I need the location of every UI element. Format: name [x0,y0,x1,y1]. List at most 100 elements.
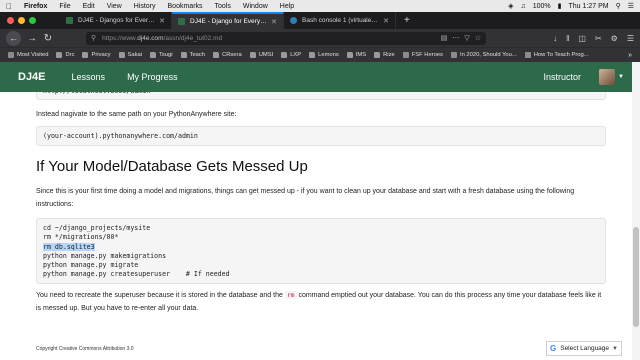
tab-dj4e-1[interactable]: DJ4E - Djangos for Everybody ✕ [60,12,172,29]
battery-percent[interactable]: 100% [533,3,551,10]
spotlight-icon[interactable]: ⚲ [616,2,621,10]
close-tab-icon[interactable]: ✕ [383,17,389,25]
menu-file[interactable]: File [53,3,76,10]
dj4e-favicon-icon [66,17,73,24]
favicon-icon [402,52,409,58]
bookmark-item[interactable]: Teach [180,52,205,58]
section-heading: If Your Model/Database Gets Messed Up [36,158,308,175]
bookmark-item[interactable]: CRsera [213,52,242,58]
bookmark-item[interactable]: Tsugi [150,52,173,58]
folder-icon [118,52,125,58]
nav-instructor[interactable]: Instructor [544,72,582,82]
bookmarks-overflow-icon[interactable]: » [628,52,632,59]
folder-icon [309,52,316,58]
navigation-bar: ← → ↻ ⚲ https://www.dj4e.com/assn/dj4e_t… [0,29,640,47]
folder-icon [150,52,157,58]
menu-tools[interactable]: Tools [209,3,237,10]
notification-center-icon[interactable]: ☰ [628,2,634,10]
reload-icon[interactable]: ↻ [40,33,56,44]
inline-code-rm: rm [284,291,297,299]
folder-icon [56,52,63,58]
window-controls [0,12,60,29]
page-actions-icon[interactable]: ⋯ [452,34,459,42]
page-scrollbar[interactable] [632,62,640,360]
site-brand[interactable]: DJ4E [18,71,46,83]
code-line: cd ~/django_projects/mysite [43,224,151,232]
tab-bash-console[interactable]: Bash console 1 (virtualenv dj... ✕ [284,12,396,29]
pocket-icon[interactable]: ▽ [464,34,469,42]
back-arrow-icon[interactable]: ← [6,30,21,46]
forward-arrow-icon[interactable]: → [24,33,40,44]
folder-icon [82,52,89,58]
code-block-localhost: http://localhost:8000/admin [36,92,606,100]
site-header: DJ4E Lessons My Progress Instructor ▼ [0,62,632,92]
bookmark-item[interactable]: LXP [281,52,301,58]
bookmark-item[interactable]: How To Teach Prog... [524,52,589,58]
bookmark-item[interactable]: Most Visited [8,52,48,58]
menu-bookmarks[interactable]: Bookmarks [162,3,209,10]
bookmark-item[interactable]: IMS [346,52,366,58]
folder-icon [374,52,381,58]
apple-icon[interactable]:  [0,2,18,11]
bookmark-item[interactable]: UMSI [249,52,273,58]
tab-title: DJ4E - Django for Everybody [190,18,268,25]
menu-history[interactable]: History [128,3,162,10]
url-text[interactable]: https://www.dj4e.com/assn/dj4e_tut02.md [102,35,436,42]
reader-view-icon[interactable]: ▤ [441,34,448,42]
favicon-icon [524,52,531,58]
wifi-icon[interactable]: ◈ [508,2,513,10]
tab-strip: DJ4E - Djangos for Everybody ✕ DJ4E - Dj… [0,12,640,29]
sidebar-icon[interactable]: ◫ [578,34,586,43]
menu-edit[interactable]: Edit [77,3,101,10]
language-select[interactable]: G Select Language ▼ [546,341,622,356]
gear-icon [8,52,14,58]
close-tab-icon[interactable]: ✕ [271,18,277,26]
volume-icon[interactable]: ♫ [520,3,525,10]
language-select-label: Select Language [560,345,610,352]
zoom-window-button[interactable] [29,17,36,24]
nav-lessons[interactable]: Lessons [72,72,106,82]
bookmark-item[interactable]: Sakai [118,52,142,58]
code-line-selected: rm db.sqlite3 [43,242,95,251]
menu-help[interactable]: Help [274,3,300,10]
bookmark-item[interactable]: Lemons [309,52,339,58]
tab-dj4e-2[interactable]: DJ4E - Django for Everybody ✕ [172,12,284,29]
code-line: rm */migrations/00* [43,233,119,242]
chevron-down-icon: ▼ [612,345,618,352]
bookmark-item[interactable]: Drc [56,52,74,58]
toolbar-right: ↓ ‖ ◫ ✂ ⚙ ☰ [544,34,634,43]
bookmark-item[interactable]: In 2020, Should You... [450,52,517,58]
minimize-window-button[interactable] [18,17,25,24]
bookmark-star-icon[interactable]: ☆ [475,34,481,42]
extension-icon[interactable]: ⚙ [611,34,618,43]
menu-window[interactable]: Window [237,3,274,10]
bookmark-item[interactable]: Privacy [82,52,111,58]
avatar[interactable] [599,69,616,85]
close-tab-icon[interactable]: ✕ [159,17,165,25]
bookmark-item[interactable]: FSF Heroes [402,52,443,58]
chevron-down-icon[interactable]: ▼ [618,74,624,80]
paragraph-superuser: You need to recreate the superuser becau… [36,291,602,312]
bookmark-item[interactable]: Rize [374,52,395,58]
screenshot-icon[interactable]: ✂ [595,34,602,43]
lock-icon[interactable]: ⚲ [91,34,96,42]
hamburger-menu-icon[interactable]: ☰ [627,34,634,43]
downloads-icon[interactable]: ↓ [553,34,557,43]
new-tab-plus-icon[interactable]: + [396,12,418,29]
scrollbar-thumb[interactable] [633,227,639,327]
battery-icon: ▮ [557,3,562,10]
folder-icon [180,52,187,58]
folder-icon [213,52,220,58]
clock[interactable]: Thu 1:27 PM [569,3,609,10]
nav-my-progress[interactable]: My Progress [127,72,178,82]
code-block-reset-commands: cd ~/django_projects/mysite rm */migratio… [36,218,606,284]
address-bar[interactable]: ⚲ https://www.dj4e.com/assn/dj4e_tut02.m… [86,31,486,45]
menu-app-firefox[interactable]: Firefox [18,3,53,10]
folder-icon [281,52,288,58]
close-window-button[interactable] [7,17,14,24]
menu-view[interactable]: View [101,3,128,10]
code-block-admin-url: (your-account).pythonanywhere.com/admin [36,126,606,146]
google-g-icon: G [550,344,557,353]
footer-copyright: Copyright Creative Commons Attribution 3… [36,346,134,352]
library-icon[interactable]: ‖ [566,34,569,43]
